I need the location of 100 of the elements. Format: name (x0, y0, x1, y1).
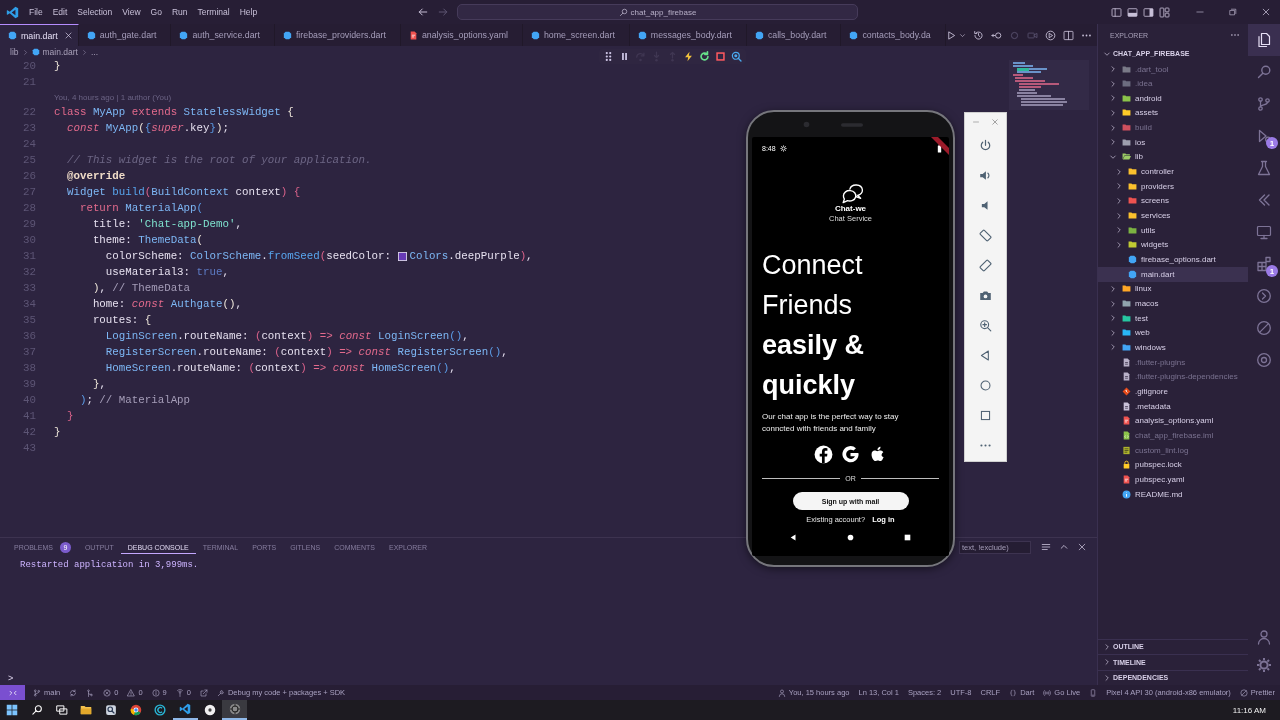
zoom-in-icon[interactable] (979, 318, 992, 332)
tree-item[interactable]: .dart_tool (1098, 61, 1248, 77)
menu-item[interactable]: Help (234, 5, 263, 19)
circle-dot-icon[interactable] (1256, 352, 1272, 368)
stop-icon[interactable] (715, 51, 726, 62)
toggle-secondary-sidebar-icon[interactable] (1143, 6, 1154, 18)
tree-item[interactable]: .flutter-plugins-dependencies (1098, 369, 1248, 385)
caret-icon[interactable] (958, 31, 966, 39)
camera-icon[interactable] (979, 288, 992, 302)
blocks-icon[interactable] (1256, 256, 1272, 272)
tree-item[interactable]: chat_app_firebase.iml (1098, 428, 1248, 443)
menu-item[interactable]: Go (145, 5, 167, 19)
g-letter-icon[interactable] (841, 444, 860, 464)
tree-item[interactable]: lib (1098, 149, 1248, 165)
word-wrap-icon[interactable] (1041, 542, 1051, 552)
tree-item[interactable]: macos (1098, 296, 1248, 311)
menu-item[interactable]: View (117, 5, 146, 19)
power-icon[interactable] (979, 138, 992, 152)
minimap[interactable] (1009, 60, 1089, 110)
sync-icon[interactable] (69, 688, 78, 697)
split-editor-icon[interactable] (1062, 29, 1074, 41)
chevron-up-icon[interactable] (1059, 542, 1069, 552)
tree-item[interactable]: test (1098, 310, 1248, 326)
tree-item[interactable]: ios (1098, 134, 1248, 150)
tree-item[interactable]: windows (1098, 340, 1248, 355)
tree-item[interactable]: .flutter-plugins (1098, 354, 1248, 370)
tree-item[interactable]: custom_lint.log (1098, 442, 1248, 458)
tree-item[interactable]: .idea (1098, 76, 1248, 91)
app-logo-icon[interactable] (6, 5, 19, 19)
monitor-icon[interactable] (1256, 224, 1272, 240)
editor-tab[interactable]: auth_gate.dart (78, 24, 172, 46)
editor-tab[interactable]: calls_body.dart (746, 24, 842, 46)
tree-item[interactable]: screens (1098, 193, 1248, 209)
back-arrow-icon[interactable] (417, 6, 429, 18)
tree-item[interactable]: main.dart (1098, 266, 1248, 282)
tree-item[interactable]: assets (1098, 105, 1248, 121)
external-link-icon[interactable] (199, 688, 208, 697)
overview-square-icon[interactable] (903, 532, 912, 542)
inspect-icon[interactable] (731, 51, 742, 62)
close-icon[interactable] (1077, 542, 1087, 552)
editor-tab[interactable]: analysis_options.yaml (400, 24, 523, 46)
tree-item[interactable]: web (1098, 325, 1248, 341)
tree-item[interactable]: firebase_options.dart (1098, 252, 1248, 267)
f-circle-icon[interactable] (814, 444, 833, 464)
menu-item[interactable]: Edit (47, 5, 73, 19)
editor-tab[interactable]: messages_body.dart (629, 24, 747, 46)
breadcrumb-item[interactable]: ... (90, 47, 99, 57)
account-icon[interactable] (1256, 629, 1272, 645)
breadcrumb-item[interactable]: main.dart (42, 47, 78, 57)
files-icon[interactable] (1256, 32, 1272, 48)
tree-item[interactable]: services (1098, 208, 1248, 223)
aperture-button[interactable] (222, 700, 247, 720)
toggle-sidebar-icon[interactable] (1111, 6, 1122, 18)
tree-item[interactable]: linux (1098, 281, 1248, 297)
tree-item[interactable]: build (1098, 120, 1248, 135)
arrow-circle-icon[interactable] (990, 29, 1002, 41)
branch-icon[interactable] (1256, 96, 1272, 112)
tree-item[interactable]: widgets (1098, 237, 1248, 253)
lightning-icon[interactable] (683, 51, 694, 62)
graph-icon[interactable] (86, 688, 95, 697)
editor-tab[interactable]: home_screen.dart (522, 24, 630, 46)
play-icon[interactable] (945, 29, 957, 41)
command-center[interactable]: chat_app_firebase (457, 4, 858, 20)
history-icon[interactable] (972, 29, 984, 41)
menu-item[interactable]: Terminal (192, 5, 235, 19)
tree-item[interactable]: pubspec.yaml (1098, 472, 1248, 487)
tree-item[interactable]: .metadata (1098, 398, 1248, 414)
console-prompt[interactable]: > (8, 673, 14, 684)
tree-item[interactable]: pubspec.lock (1098, 457, 1248, 473)
menu-item[interactable]: Selection (72, 5, 118, 19)
phone-icon[interactable] (1089, 688, 1098, 697)
tree-item[interactable]: README.md (1098, 486, 1248, 502)
pause-icon[interactable] (619, 51, 630, 62)
play-circle-icon[interactable] (1044, 29, 1056, 41)
color-swatch-icon[interactable] (398, 251, 408, 261)
circle-slash-icon[interactable] (1256, 320, 1272, 336)
breadcrumb-item[interactable]: lib (10, 47, 19, 57)
menu-item[interactable]: Run (166, 5, 193, 19)
tree-item[interactable]: analysis_options.yaml (1098, 413, 1248, 429)
tree-item[interactable]: android (1098, 91, 1248, 106)
back-triangle-icon[interactable] (789, 532, 798, 542)
editor-tab[interactable]: firebase_providers.dart (274, 24, 401, 46)
search-icon[interactable] (1256, 64, 1272, 80)
flask-icon[interactable] (1256, 160, 1272, 176)
editor-tab[interactable]: auth_service.dart (171, 24, 275, 46)
restart-icon[interactable] (699, 51, 710, 62)
toggle-panel-icon[interactable] (1127, 6, 1138, 18)
editor-tab[interactable]: main.dart (0, 24, 79, 46)
menu-item[interactable]: File (24, 5, 48, 19)
drag-handle-icon[interactable] (603, 51, 614, 62)
customize-layout-icon[interactable] (1159, 6, 1170, 18)
editor-tab[interactable]: contacts_body.da (841, 24, 946, 46)
rotate-left-icon[interactable] (979, 228, 992, 242)
remote-icon[interactable] (8, 688, 17, 697)
tree-item[interactable]: utils (1098, 222, 1248, 238)
tree-item[interactable]: .gitignore (1098, 384, 1248, 399)
home-circle-icon[interactable] (846, 532, 855, 542)
tree-item[interactable]: providers (1098, 178, 1248, 194)
close-icon[interactable] (63, 31, 73, 40)
settings-icon[interactable] (1256, 657, 1272, 673)
